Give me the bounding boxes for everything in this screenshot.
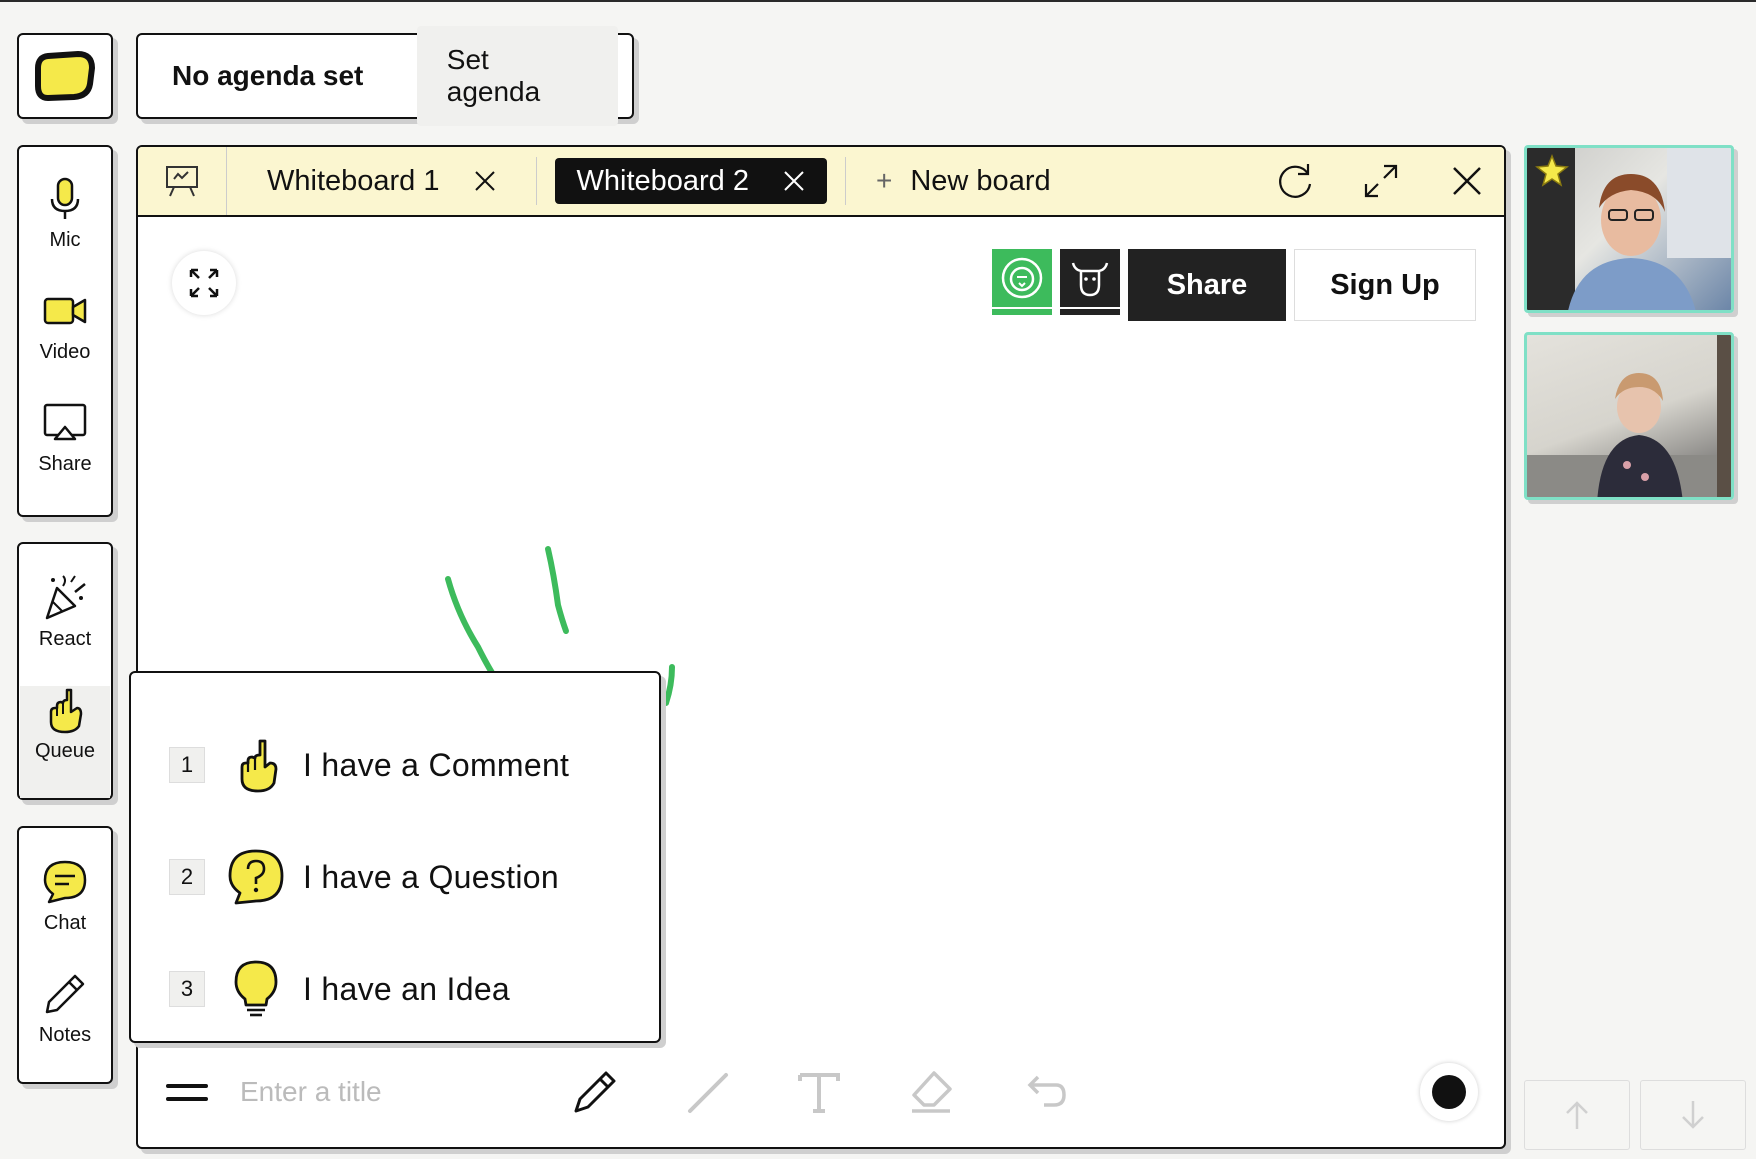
share-board-button[interactable]: Share <box>1128 249 1286 321</box>
drawing-tools <box>570 1037 1068 1147</box>
question-bubble-icon <box>225 846 287 908</box>
close-icon[interactable] <box>474 170 496 192</box>
set-agenda-button[interactable]: Set agenda <box>416 26 618 126</box>
queue-label: Queue <box>34 740 96 762</box>
avatar-indicator <box>1060 309 1120 315</box>
eraser-tool-icon[interactable] <box>906 1067 956 1117</box>
tab-divider <box>535 157 537 205</box>
collaborator-avatar-bull[interactable] <box>1060 249 1120 315</box>
expand-arrows-icon <box>189 268 219 298</box>
collaborators-bar: Share Sign Up <box>992 249 1476 321</box>
shortcut-number: 1 <box>169 747 205 783</box>
new-board-button[interactable]: + New board <box>876 165 1051 198</box>
chat-button[interactable]: Chat <box>20 858 110 970</box>
pencil-icon <box>45 974 85 1014</box>
arrow-down-icon <box>1682 1101 1704 1129</box>
share-screen-button[interactable]: Share <box>20 399 110 511</box>
logo-icon <box>35 50 96 102</box>
mic-icon <box>50 177 80 219</box>
tab-divider <box>845 157 846 205</box>
raised-hand-icon <box>49 688 83 734</box>
whiteboard-icon <box>166 166 198 197</box>
fit-view-button[interactable] <box>172 251 236 315</box>
drawn-stroke <box>663 664 675 706</box>
color-swatch <box>1432 1075 1466 1109</box>
undo-icon[interactable] <box>1018 1067 1068 1117</box>
video-camera-icon <box>43 297 87 325</box>
tab-whiteboard-1[interactable]: Whiteboard 1 <box>245 158 518 204</box>
queue-item-comment[interactable]: 1 I have a Comment <box>169 709 659 821</box>
agenda-bar: No agenda set Set agenda <box>136 26 634 126</box>
menu-icon[interactable] <box>166 1083 208 1101</box>
drawn-stroke <box>445 576 503 688</box>
tab-whiteboard-2[interactable]: Whiteboard 2 <box>554 158 827 204</box>
share-label: Share <box>38 453 92 475</box>
bull-icon <box>1071 262 1109 297</box>
close-icon[interactable] <box>783 170 805 192</box>
react-button[interactable]: React <box>20 574 110 686</box>
brush-color-picker[interactable] <box>1420 1063 1478 1121</box>
mic-button[interactable]: Mic <box>20 175 110 287</box>
text-tool-icon[interactable] <box>794 1067 844 1117</box>
party-popper-icon <box>45 575 86 620</box>
board-window-controls <box>1274 147 1488 215</box>
screen-share-icon <box>43 403 87 441</box>
queue-item-idea[interactable]: 3 I have an Idea <box>169 933 659 1045</box>
drawn-stroke <box>545 546 569 634</box>
video-label: Video <box>39 341 91 363</box>
board-title-input[interactable] <box>238 1075 542 1109</box>
avatar-indicator <box>992 309 1052 315</box>
media-controls: Mic Video Share <box>17 145 113 517</box>
whiteboard-tab-bar: Whiteboard 1 Whiteboard 2 + New board <box>138 147 1504 217</box>
chat-label: Chat <box>43 912 87 934</box>
react-label: React <box>38 628 92 650</box>
notes-button[interactable]: Notes <box>20 970 110 1082</box>
notes-label: Notes <box>38 1024 92 1046</box>
video-button[interactable]: Video <box>20 287 110 399</box>
app-logo[interactable] <box>17 33 113 119</box>
plus-icon: + <box>876 165 893 196</box>
close-board-icon[interactable] <box>1446 160 1488 202</box>
fullscreen-icon[interactable] <box>1360 160 1402 202</box>
collaborator-avatar-lion[interactable] <box>992 249 1052 315</box>
line-tool-icon[interactable] <box>682 1067 732 1117</box>
participant-video-2[interactable] <box>1524 332 1734 500</box>
whiteboard-menu-button[interactable] <box>138 147 227 215</box>
drawing-toolbar <box>138 1037 1504 1147</box>
queue-menu: 1 I have a Comment 2 I have a Question 3 <box>129 671 661 1043</box>
queue-item-label: I have a Question <box>303 858 559 895</box>
pen-tool-icon[interactable] <box>570 1067 620 1117</box>
collab-controls: Chat Notes <box>17 826 113 1084</box>
queue-button[interactable]: Queue <box>20 686 110 798</box>
refresh-icon[interactable] <box>1274 160 1316 202</box>
shortcut-number: 2 <box>169 859 205 895</box>
mic-label: Mic <box>49 229 81 251</box>
tab-label: Whiteboard 2 <box>576 164 750 197</box>
sign-up-button[interactable]: Sign Up <box>1294 249 1476 321</box>
tab-label: Whiteboard 1 <box>267 164 440 197</box>
participant-video-1[interactable] <box>1524 145 1734 313</box>
queue-item-label: I have a Comment <box>303 746 570 783</box>
scroll-down-button[interactable] <box>1640 1080 1746 1150</box>
lion-icon <box>1001 257 1043 299</box>
shortcut-number: 3 <box>169 971 205 1007</box>
new-board-label: New board <box>910 164 1051 197</box>
chat-bubble-icon <box>43 860 87 904</box>
queue-item-question[interactable]: 2 I have a Question <box>169 821 659 933</box>
scroll-up-button[interactable] <box>1524 1080 1630 1150</box>
agenda-status: No agenda set <box>172 60 364 91</box>
top-border <box>0 0 1756 2</box>
pointing-finger-icon <box>225 734 287 796</box>
arrow-up-icon <box>1566 1101 1588 1129</box>
participant-feed <box>1527 335 1731 497</box>
lightbulb-icon <box>225 958 287 1020</box>
queue-item-label: I have an Idea <box>303 970 511 1007</box>
star-icon <box>1535 154 1569 187</box>
engagement-controls: React Queue <box>17 542 113 800</box>
